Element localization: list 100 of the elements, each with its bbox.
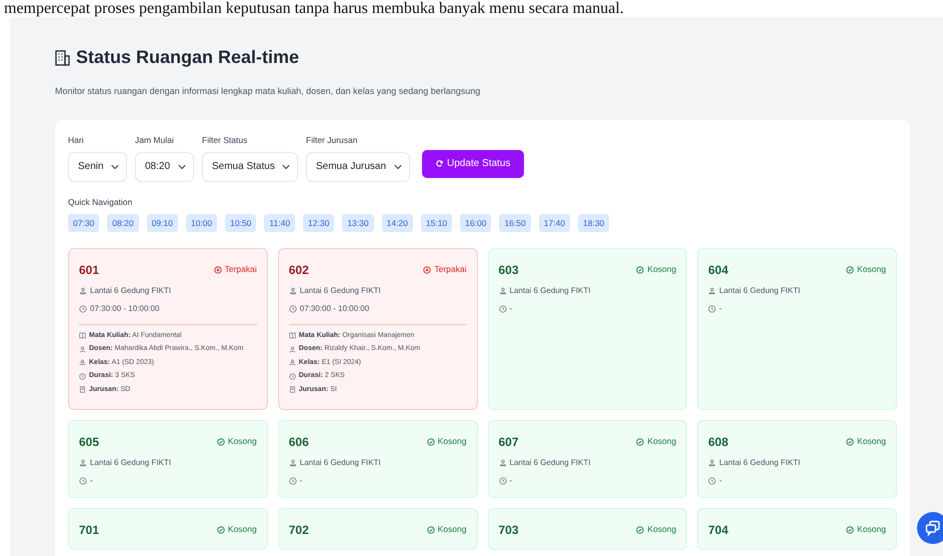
clock-icon: [708, 304, 716, 313]
clock-icon: [498, 476, 506, 485]
document-icon: [288, 386, 296, 394]
clock-icon: [79, 372, 86, 380]
pin-icon: [79, 286, 87, 295]
person-icon: [79, 346, 86, 353]
time-button[interactable]: 17:40: [538, 214, 570, 232]
location-text: Lantai 6 Gedung FIKTI: [79, 456, 257, 469]
select-field[interactable]: Semua Status: [202, 152, 298, 182]
room-number: 703: [498, 522, 519, 539]
page-subtitle: Monitor status ruangan dengan informasi lengkap mata kuliah, dosen, dan kelas yang sedang berlangsung: [55, 84, 482, 98]
pin-icon: [498, 286, 506, 295]
book-icon: [79, 332, 86, 340]
room-number: 704: [708, 522, 728, 539]
status-label: Kosong: [636, 523, 676, 536]
time-text: -: [498, 302, 676, 315]
time-button[interactable]: 15:10: [420, 214, 452, 232]
check-circle-icon: [636, 526, 644, 534]
check-circle-icon: [216, 438, 225, 446]
status-label: Kosong: [846, 263, 886, 276]
check-circle-icon: [636, 266, 644, 274]
time-button[interactable]: 10:00: [186, 214, 218, 232]
time-button[interactable]: 16:00: [460, 214, 492, 232]
x-circle-icon: [423, 266, 432, 274]
person-icon: [288, 346, 296, 353]
time-button[interactable]: 14:20: [382, 214, 413, 232]
people-icon: [79, 359, 86, 366]
x-circle-icon: [214, 266, 222, 274]
clock-icon: [498, 304, 506, 313]
check-circle-icon: [216, 526, 225, 534]
field-label: Hari: [68, 134, 85, 147]
location-text: Lantai 6 Gedung FIKTI: [498, 456, 676, 469]
time-button[interactable]: 18:30: [578, 214, 610, 232]
room-number: 607: [498, 434, 519, 451]
check-circle-icon: [426, 526, 435, 534]
chat-icon: [925, 520, 941, 536]
room-number: 608: [708, 434, 728, 451]
refresh-icon: [436, 160, 443, 168]
check-circle-icon: [636, 438, 644, 446]
time-text: 07:30:00 - 10:00:00: [288, 302, 466, 315]
check-circle-icon: [846, 526, 854, 534]
pin-icon: [288, 286, 297, 295]
clock-icon: [288, 372, 296, 380]
time-button[interactable]: 09:10: [146, 214, 178, 232]
update-button[interactable]: Update Status: [422, 150, 524, 178]
room-number: 606: [288, 434, 309, 451]
people-icon: [288, 359, 296, 366]
room-number: 603: [498, 262, 519, 279]
time-text: -: [708, 474, 886, 487]
status-label: Terpakai: [423, 263, 466, 276]
select-field[interactable]: Semua Jurusan: [306, 152, 410, 182]
time-button[interactable]: 13:30: [342, 214, 374, 232]
location-text: Lantai 6 Gedung FIKTI: [498, 284, 676, 297]
location-text: Lantai 6 Gedung FIKTI: [288, 456, 466, 469]
time-button[interactable]: 10:50: [225, 214, 256, 232]
status-label: Kosong: [216, 523, 257, 536]
pin-icon: [288, 458, 297, 467]
room-number: 701: [79, 522, 100, 539]
page-title: Status Ruangan Real-time: [76, 47, 300, 69]
time-text: -: [288, 474, 466, 487]
pin-icon: [79, 458, 87, 467]
status-label: Kosong: [216, 435, 257, 448]
pin-icon: [708, 458, 716, 467]
clock-icon: [79, 476, 87, 485]
time-text: -: [79, 474, 257, 487]
time-button[interactable]: 12:30: [303, 214, 334, 232]
select-field[interactable]: Senin: [68, 152, 127, 182]
time-button[interactable]: 07:30: [68, 214, 100, 232]
field-label: Filter Jurusan: [306, 134, 358, 147]
check-circle-icon: [846, 266, 854, 274]
time-text: -: [708, 302, 886, 315]
location-text: Lantai 6 Gedung FIKTI: [79, 284, 257, 297]
room-number: 604: [708, 262, 728, 279]
status-label: Kosong: [636, 435, 676, 448]
check-circle-icon: [426, 438, 435, 446]
clock-icon: [79, 304, 87, 313]
time-button[interactable]: 08:20: [107, 214, 139, 232]
time-button[interactable]: 16:50: [499, 214, 531, 232]
status-label: Kosong: [426, 523, 466, 536]
field-label: Filter Status: [202, 134, 248, 147]
location-text: Lantai 6 Gedung FIKTI: [708, 456, 886, 469]
room-number: 605: [79, 434, 100, 451]
room-number: 602: [288, 262, 309, 279]
room-number: 702: [288, 522, 309, 539]
pin-icon: [498, 458, 506, 467]
clock-icon: [288, 304, 297, 313]
time-button[interactable]: 11:40: [264, 214, 296, 232]
section-label: Quick Navigation: [68, 196, 134, 209]
check-circle-icon: [846, 438, 854, 446]
select-field[interactable]: 08:20: [135, 152, 194, 182]
room-number: 601: [79, 262, 100, 279]
clock-icon: [708, 476, 716, 485]
time-text: -: [498, 474, 676, 487]
status-label: Terpakai: [214, 263, 257, 276]
status-label: Kosong: [846, 435, 886, 448]
time-text: 07:30:00 - 10:00:00: [79, 302, 257, 315]
document-icon: [79, 386, 86, 394]
location-text: Lantai 6 Gedung FIKTI: [708, 284, 886, 297]
building-icon: [55, 50, 70, 66]
status-label: Kosong: [846, 523, 886, 536]
